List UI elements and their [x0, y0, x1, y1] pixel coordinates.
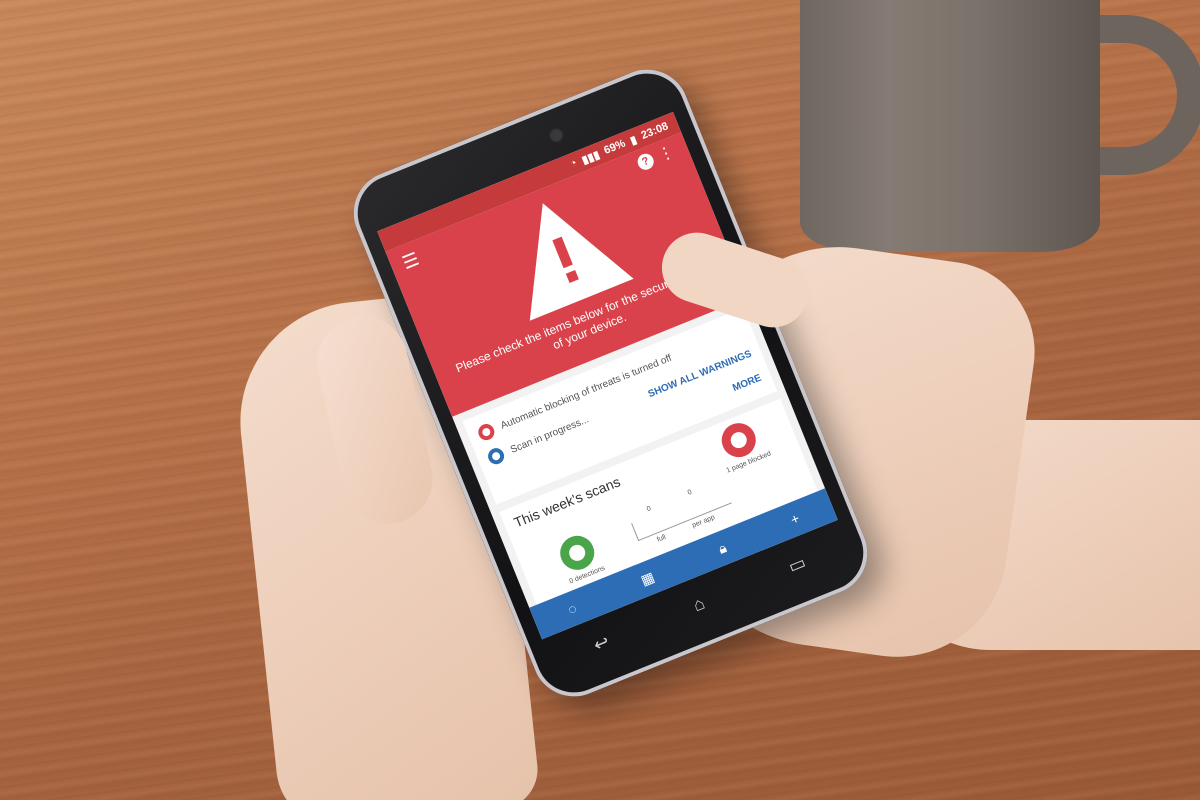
help-icon[interactable]: ?: [635, 151, 657, 173]
coffee-mug: [800, 0, 1200, 255]
battery-percent: 69%: [602, 137, 628, 157]
full-value: 0: [645, 505, 653, 514]
more-options-icon[interactable]: ⋮: [655, 141, 677, 166]
full-label: full: [656, 533, 667, 544]
wifi-icon: ◔: [568, 157, 579, 171]
qr-scan-icon[interactable]: ▦: [638, 568, 657, 589]
add-icon[interactable]: +: [788, 510, 802, 528]
red-ring-icon: [475, 421, 497, 443]
more-link[interactable]: MORE: [731, 372, 763, 393]
signal-icon: ▮▮▮: [580, 148, 602, 167]
recent-apps-icon[interactable]: ▭: [785, 551, 809, 577]
back-icon[interactable]: ↩: [590, 631, 612, 656]
per-app-value: 0: [686, 488, 693, 497]
nav-status-icon[interactable]: ◌: [565, 600, 579, 618]
menu-icon[interactable]: ☰: [400, 249, 423, 275]
lock-icon[interactable]: 🔒︎: [716, 539, 729, 558]
mug-body: [800, 0, 1100, 252]
home-icon[interactable]: ⌂: [690, 592, 708, 616]
photo-scene: ◔ ▮▮▮ 69% ▮ 23:08 ☰ ? ⋮ Please check the…: [0, 0, 1200, 800]
blue-ring-icon: [485, 445, 507, 467]
battery-icon: ▮: [628, 133, 639, 147]
